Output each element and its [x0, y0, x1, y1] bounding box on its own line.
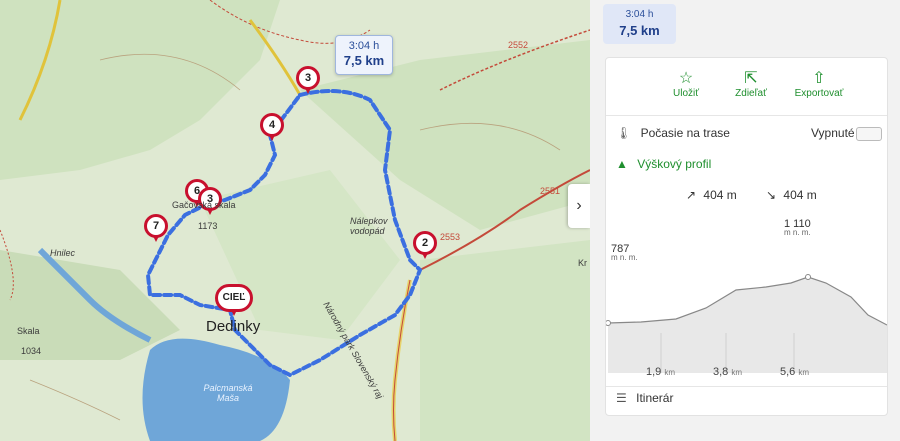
elevation-profile-header[interactable]: ▲ Výškový profil	[616, 157, 711, 171]
descent-stat: ↘ 404 m	[766, 188, 817, 202]
lake-label: Palcmanská Maša	[203, 383, 253, 403]
export-icon: ⇧	[812, 70, 826, 87]
skala-elevation: 1034	[21, 346, 42, 356]
divider-bottom	[606, 386, 887, 387]
save-label: Uložiť	[673, 88, 699, 99]
summary-time: 3:04 h	[625, 9, 654, 20]
descent-value: 404 m	[783, 188, 817, 202]
summary-distance: 7,5 km	[619, 23, 660, 38]
weather-row: 🌡 Počasie na trase	[616, 126, 730, 140]
km-tick-3-value: 5,6	[780, 366, 796, 378]
skala-label: Skala	[17, 326, 40, 336]
map-view[interactable]: 3:04 h 7,5 km 3 4 2 6 3 7 CIEĽ Dedinky P…	[0, 0, 590, 441]
route-summary-tab[interactable]: 3:04 h 7,5 km	[603, 4, 676, 44]
waypoint-marker-4[interactable]: 4	[260, 113, 284, 141]
elevation-point-label: 1173	[198, 221, 218, 231]
action-bar: ☆ Uložiť ⇱ Zdieľať ⇧ Exportovať	[606, 68, 887, 110]
route-distance: 7,5 km	[343, 53, 385, 68]
waterfall-label: Nálepkov vodopád	[350, 216, 388, 236]
map-canvas[interactable]	[0, 0, 590, 441]
weather-label: Počasie na trase	[640, 126, 730, 140]
max-elevation-unit: m n. m.	[784, 228, 811, 237]
ascent-arrow-icon: ↗	[686, 188, 697, 202]
river-label: Hnilec	[50, 248, 76, 258]
descent-arrow-icon: ↘	[766, 188, 777, 202]
itinerary-label: Itinerár	[636, 391, 674, 405]
km-tick-1-value: 1,9	[646, 366, 662, 378]
collapse-panel-button[interactable]: ›	[568, 184, 590, 228]
elevation-title: Výškový profil	[637, 157, 712, 171]
elevation-chart[interactable]	[606, 253, 887, 373]
km-tick-1-unit: km	[664, 368, 676, 377]
weather-toggle-label: Vypnuté	[811, 126, 855, 140]
export-label: Exportovať	[794, 88, 844, 99]
itinerary-button[interactable]: ☰ Itinerár	[616, 391, 673, 405]
waypoint-marker-7[interactable]: 7	[144, 214, 168, 242]
km-tick-2: 3,8 km	[713, 366, 742, 378]
road-number-2553: 2553	[440, 232, 461, 242]
list-icon: ☰	[616, 391, 627, 405]
km-tick-1: 1,9 km	[646, 366, 675, 378]
km-tick-2-value: 3,8	[713, 366, 729, 378]
route-time: 3:04 h	[348, 40, 380, 52]
thermometer-icon: 🌡	[616, 126, 632, 140]
route-detail-card: ☆ Uložiť ⇱ Zdieľať ⇧ Exportovať 🌡 Počasi…	[605, 57, 888, 416]
export-button[interactable]: ⇧ Exportovať	[779, 68, 859, 99]
place-label-kr: Kr	[578, 258, 587, 268]
gacovska-label: Gačovská skala	[172, 200, 236, 210]
share-label: Zdieľať	[735, 88, 767, 99]
route-summary-bubble: 3:04 h 7,5 km	[335, 35, 393, 75]
ascent-value: 404 m	[703, 188, 737, 202]
route-panel: 3:04 h 7,5 km ☆ Uložiť ⇱ Zdieľať ⇧ Expor…	[590, 0, 900, 441]
weather-toggle[interactable]	[856, 127, 882, 141]
divider	[606, 115, 887, 116]
ascent-stat: ↗ 404 m	[686, 188, 737, 202]
km-tick-2-unit: km	[731, 368, 743, 377]
village-label: Dedinky	[206, 318, 261, 335]
mountain-icon: ▲	[616, 157, 628, 171]
km-tick-3: 5,6 km	[780, 366, 809, 378]
road-number-2551: 2551	[540, 186, 561, 196]
road-number-2552: 2552	[508, 40, 529, 50]
goal-marker[interactable]: CIEĽ	[215, 284, 253, 316]
km-tick-3-unit: km	[798, 368, 810, 377]
max-elevation: 1 110 m n. m.	[784, 218, 811, 237]
waypoint-marker-3[interactable]: 3	[296, 66, 320, 94]
